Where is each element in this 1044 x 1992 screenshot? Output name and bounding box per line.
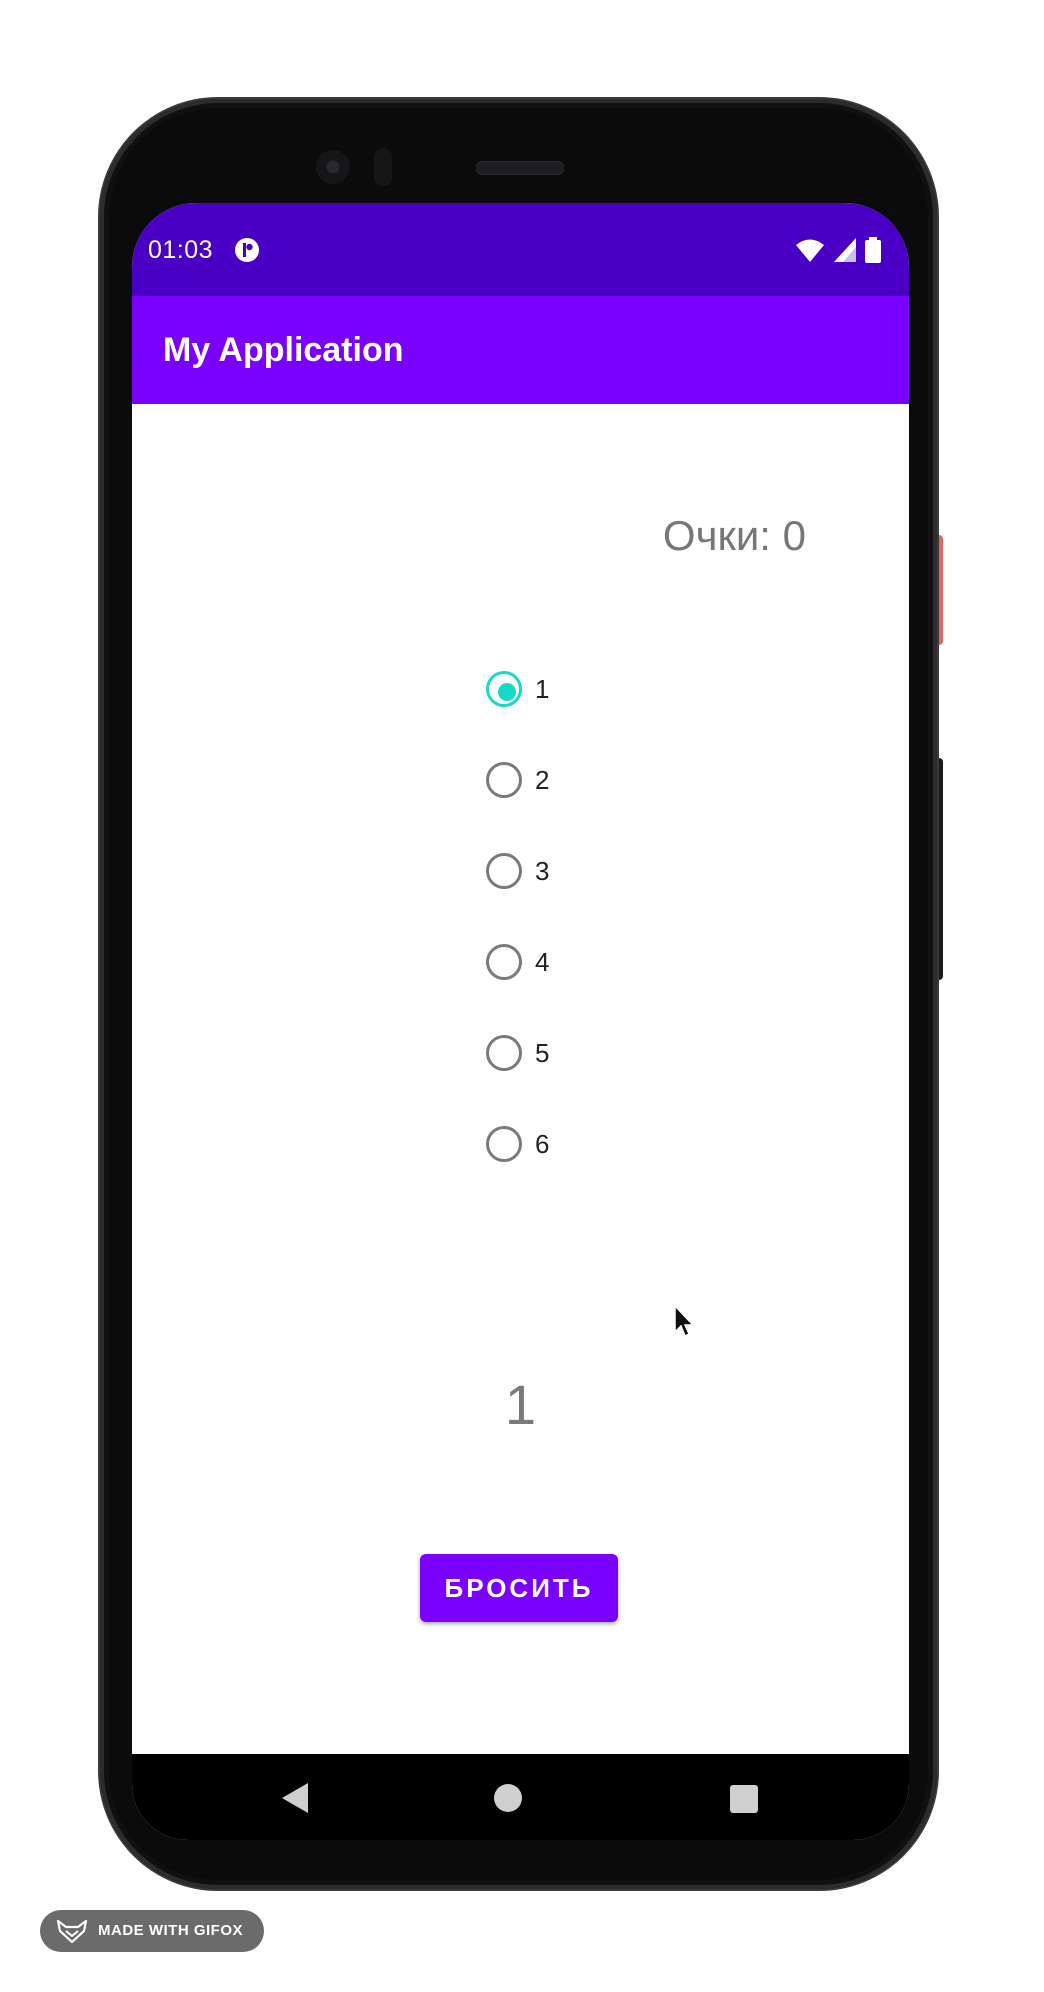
battery-icon — [865, 237, 881, 263]
wifi-icon — [796, 239, 824, 262]
cellular-signal-icon — [834, 238, 856, 262]
radio-label: 2 — [535, 765, 550, 795]
fox-logo-icon — [56, 1919, 88, 1943]
status-bar: 01:03 — [132, 203, 909, 296]
radio-button[interactable] — [486, 1035, 522, 1071]
radio-button[interactable] — [486, 1126, 522, 1162]
radio-button-checked[interactable] — [486, 671, 522, 707]
radio-label: 3 — [535, 856, 550, 886]
power-button[interactable] — [936, 535, 943, 645]
radio-option-2[interactable]: 2 — [484, 760, 634, 851]
front-camera — [316, 150, 350, 184]
recent-apps-icon[interactable] — [730, 1785, 758, 1813]
watermark-text: MADE WITH GIFOX — [98, 1922, 243, 1939]
radio-label: 1 — [535, 674, 550, 704]
radio-option-5[interactable]: 5 — [484, 1033, 634, 1124]
radio-label: 4 — [535, 947, 550, 977]
dice-result: 1 — [504, 1373, 537, 1436]
radio-option-1[interactable]: 1 — [484, 669, 634, 760]
radio-button[interactable] — [486, 944, 522, 980]
roll-button[interactable]: БРОСИТЬ — [420, 1554, 618, 1622]
radio-dot-icon — [498, 683, 516, 701]
volume-rocker[interactable] — [936, 758, 943, 980]
radio-option-6[interactable]: 6 — [484, 1124, 634, 1215]
proximity-sensor — [374, 148, 392, 186]
radio-label: 6 — [535, 1129, 550, 1159]
radio-button[interactable] — [486, 853, 522, 889]
radio-button[interactable] — [486, 762, 522, 798]
dice-guess-radio-group: 1 2 3 4 5 6 — [484, 669, 634, 1215]
navigation-bar — [132, 1754, 909, 1840]
app-notification-icon — [235, 238, 259, 262]
score-label: Очки: 0 — [662, 512, 806, 559]
radio-label: 5 — [535, 1038, 550, 1068]
radio-option-4[interactable]: 4 — [484, 942, 634, 1033]
app-title: My Application — [163, 331, 404, 369]
app-bar: My Application — [132, 296, 909, 404]
earpiece-speaker — [476, 161, 564, 175]
mouse-cursor-icon — [674, 1304, 695, 1338]
device-screen: 01:03 My Application Очки: 0 1 2 3 4 5 6… — [132, 203, 909, 1840]
status-icons — [795, 237, 895, 263]
status-time: 01:03 — [148, 236, 214, 264]
radio-option-3[interactable]: 3 — [484, 851, 634, 942]
main-content: Очки: 0 1 2 3 4 5 6 1 БРОСИТЬ — [132, 404, 909, 1754]
back-icon[interactable] — [280, 1781, 310, 1815]
gifox-watermark: MADE WITH GIFOX — [40, 1910, 264, 1952]
home-icon[interactable] — [494, 1784, 522, 1812]
